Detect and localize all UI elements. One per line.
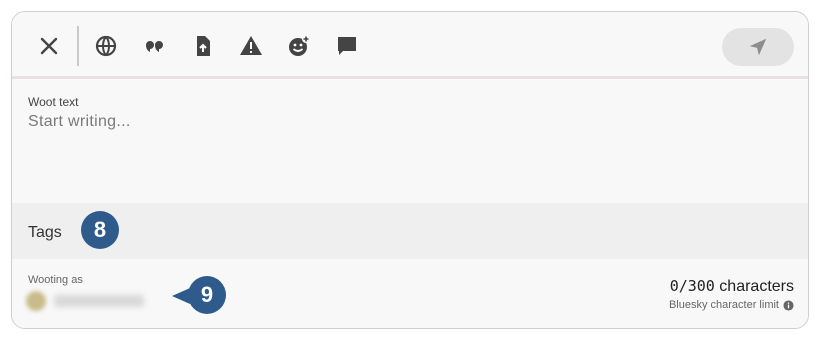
- wooting-as-label: Wooting as: [28, 274, 83, 286]
- quote-icon[interactable]: [141, 33, 167, 59]
- callout-9: 9: [172, 276, 228, 316]
- callout-badge-8: 8: [81, 211, 119, 249]
- globe-icon[interactable]: [93, 33, 119, 59]
- tags-section[interactable]: Tags 8: [12, 203, 808, 259]
- woot-text-field[interactable]: Woot text Start writing...: [12, 79, 808, 203]
- comment-icon[interactable]: [334, 33, 360, 59]
- character-counter: 0/300 characters: [670, 277, 794, 296]
- tags-label: Tags: [28, 224, 62, 241]
- toolbar: [12, 12, 808, 79]
- account-name-redacted: [54, 295, 144, 307]
- woot-text-label: Woot text: [28, 95, 79, 109]
- account-selector[interactable]: [26, 288, 146, 314]
- character-limit-label: Bluesky character limit: [668, 299, 779, 311]
- info-icon[interactable]: [783, 299, 794, 311]
- toolbar-divider: [77, 26, 79, 66]
- footer: Wooting as 9 0/300 characters Bluesky ch…: [12, 259, 808, 328]
- character-limit: Bluesky character limit: [669, 299, 794, 311]
- character-count: 0/300: [669, 277, 715, 295]
- send-button[interactable]: [722, 28, 794, 66]
- composer-card: Woot text Start writing... Tags 8 Wootin…: [11, 11, 809, 329]
- send-icon: [749, 38, 767, 56]
- avatar: [26, 291, 46, 311]
- close-icon[interactable]: [36, 33, 62, 59]
- emoji-add-icon[interactable]: [286, 33, 312, 59]
- woot-text-input[interactable]: Start writing...: [28, 113, 131, 131]
- character-count-suffix: characters: [719, 278, 794, 295]
- warning-icon[interactable]: [238, 33, 264, 59]
- file-upload-icon[interactable]: [190, 33, 216, 59]
- callout-badge-9: 9: [188, 276, 226, 314]
